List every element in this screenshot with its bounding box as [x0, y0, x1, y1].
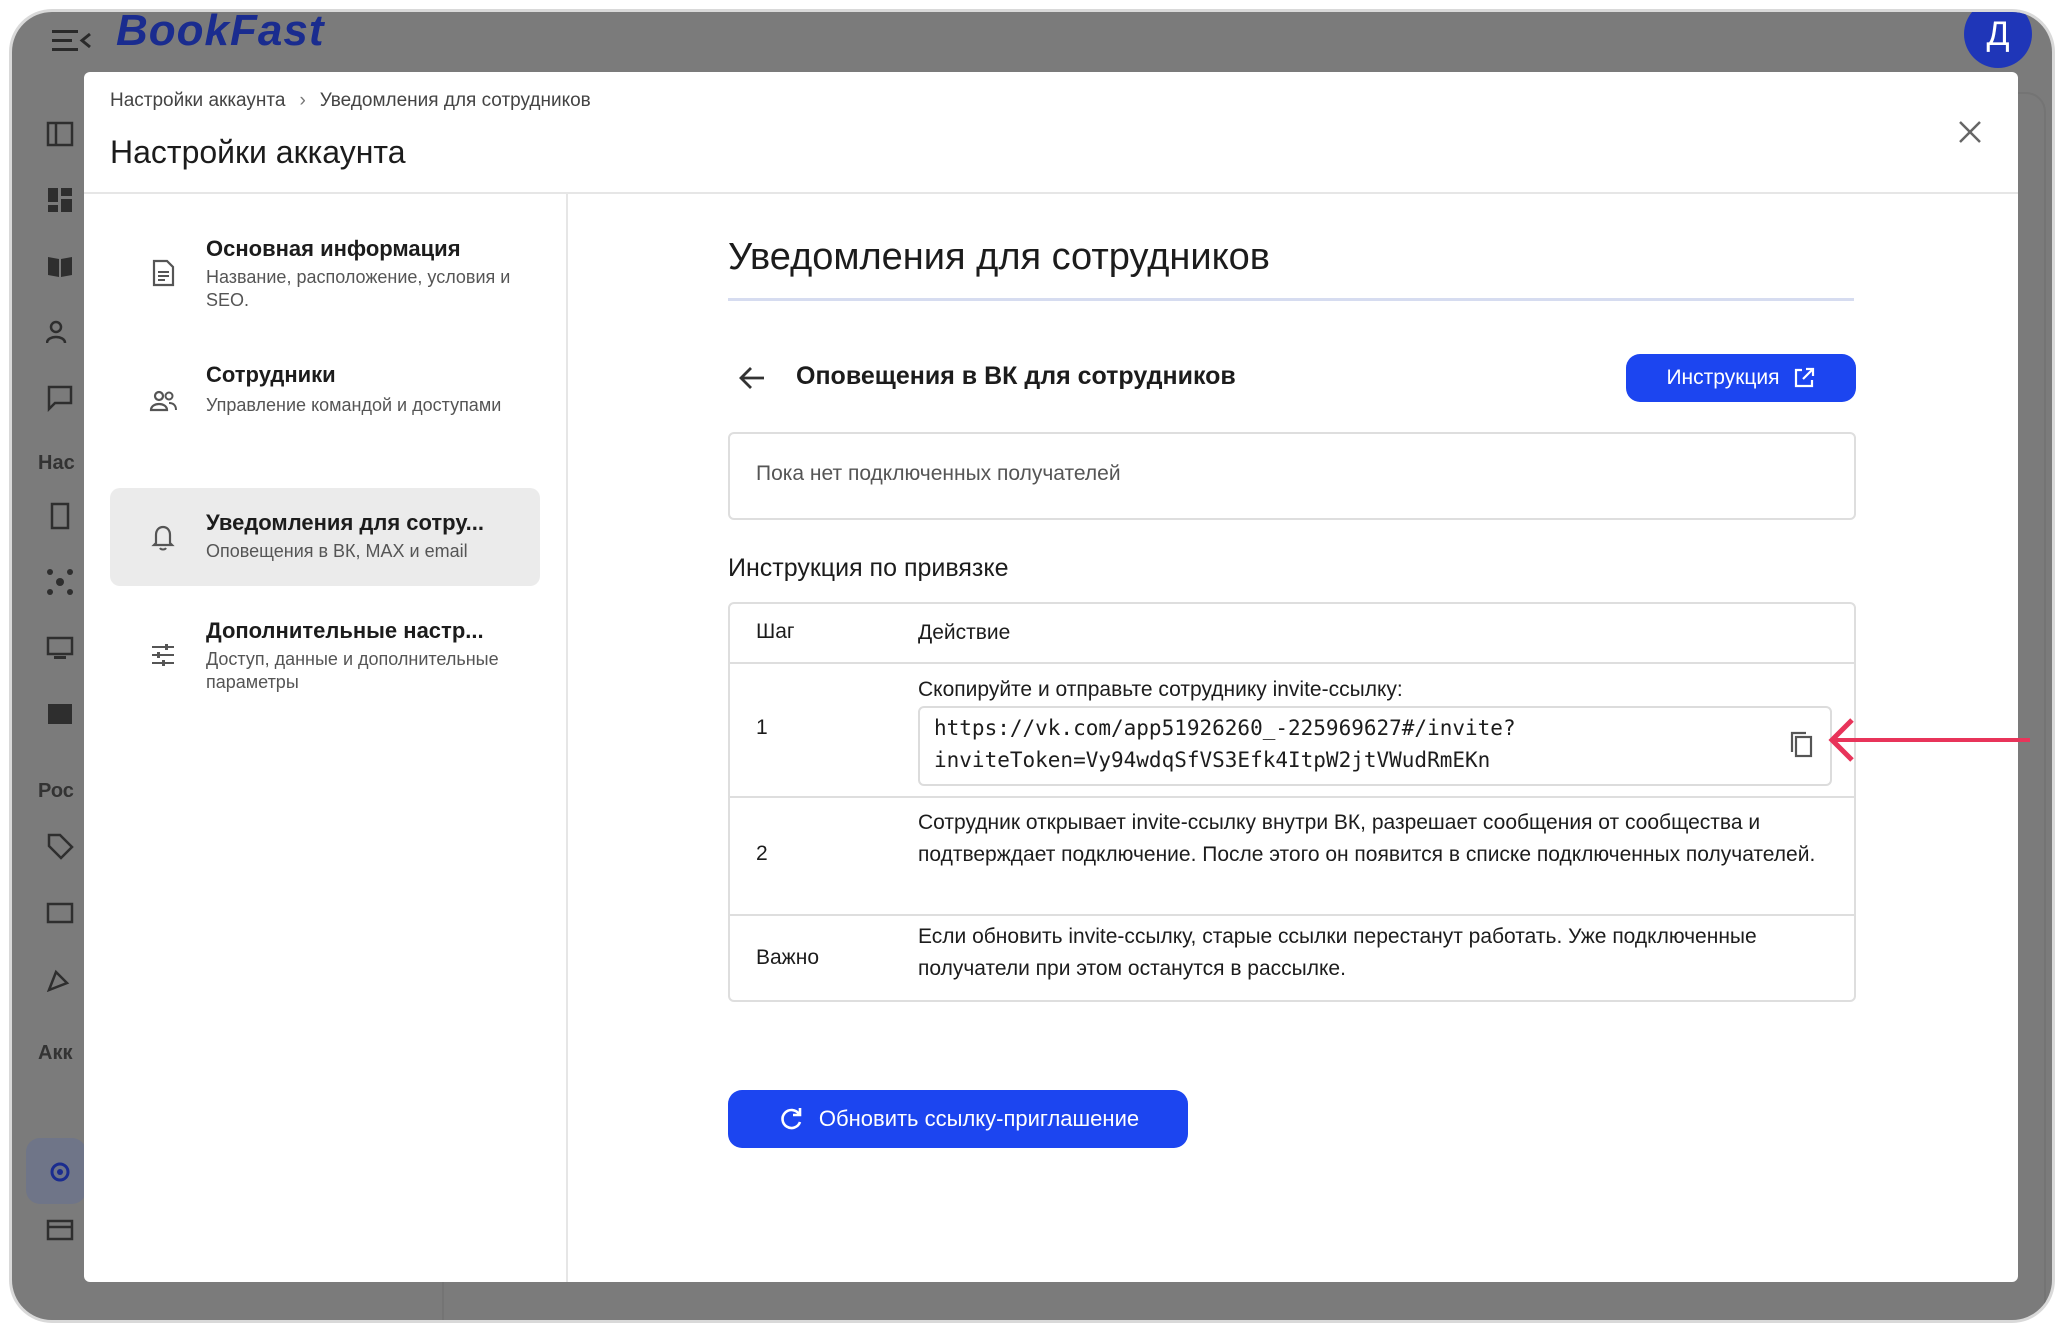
app-sidebar: Нас Рос Акк [12, 72, 86, 1320]
column-header-step: Шаг [756, 620, 795, 643]
nav-item-title: Сотрудники [206, 362, 336, 387]
title-divider [728, 298, 1854, 301]
refresh-button-label: Обновить ссылку-приглашение [818, 1106, 1140, 1131]
modal-header: Настройки аккаунта › Уведомления для сотру… [84, 72, 2018, 194]
sidebar-section-label: Нас [38, 452, 75, 474]
arrow-left-icon[interactable] [736, 362, 768, 394]
step-action: Скопируйте и отправьте сотруднику invite… [918, 678, 1403, 701]
external-link-icon [1794, 367, 1814, 388]
breadcrumb-item[interactable]: Настройки аккаунта [110, 90, 285, 111]
party-icon[interactable] [46, 964, 74, 992]
nav-item-main-info[interactable]: Основная информация Название, расположен… [110, 232, 540, 330]
breadcrumb-item: Уведомления для сотрудников [319, 90, 591, 111]
door-icon[interactable] [46, 502, 74, 530]
column-header-action: Действие [918, 621, 1011, 644]
people-icon [149, 390, 177, 412]
chat-icon[interactable] [46, 384, 74, 412]
nav-item-subtitle: Доступ, данные и дополнительные параметр… [206, 649, 499, 692]
modal-title: Настройки аккаунта [110, 134, 406, 170]
table-row: 2 Сотрудник открывает invite-ссылку внут… [730, 798, 1854, 916]
instruction-button[interactable]: Инструкция [1626, 354, 1856, 402]
document-icon [152, 259, 175, 287]
step-number: 2 [756, 842, 768, 865]
step-number: Важно [756, 946, 820, 969]
users-icon[interactable] [46, 318, 74, 346]
dashboard-icon[interactable] [46, 186, 74, 214]
empty-state-text: Пока нет подключенных получателей [756, 462, 1121, 485]
breadcrumb-separator: › [299, 90, 306, 111]
monitor-icon[interactable] [46, 634, 74, 662]
nav-item-additional[interactable]: Дополнительные настр... Доступ, данные и… [110, 614, 540, 712]
network-icon[interactable] [46, 568, 74, 596]
step-number: 1 [756, 716, 768, 739]
recipients-empty-state: Пока нет подключенных получателей [728, 432, 1856, 520]
nav-item-notifications[interactable]: Уведомления для сотру... Оповещения в ВК… [110, 488, 540, 586]
tag-icon[interactable] [46, 832, 74, 860]
sliders-icon [152, 644, 174, 666]
copy-icon[interactable] [1788, 730, 1816, 760]
nav-item-title: Основная информация [206, 236, 461, 261]
nav-item-subtitle: Название, расположение, условия и SEO. [206, 267, 511, 310]
binding-instructions-heading: Инструкция по привязке [728, 554, 1009, 582]
annotation-arrow-icon [1828, 718, 2030, 762]
app-logo[interactable]: BookFast [116, 12, 324, 56]
card-icon[interactable] [46, 1216, 74, 1244]
nav-item-employees[interactable]: Сотрудники Управление командой и доступа… [110, 360, 540, 458]
close-icon[interactable] [1952, 114, 1988, 150]
step-action: Сотрудник открывает invite-ссылку внутри… [918, 811, 1816, 866]
book-icon[interactable] [46, 252, 74, 280]
layout-icon[interactable] [46, 120, 74, 148]
table-icon[interactable] [46, 700, 74, 728]
bell-icon [151, 525, 175, 551]
breadcrumb: Настройки аккаунта › Уведомления для сотру… [110, 90, 591, 112]
app-frame: BookFast Д Нас Рос Акк Настройки аккаунт… [12, 12, 2052, 1320]
refresh-icon [781, 1108, 802, 1130]
settings-nav: Основная информация Название, расположен… [84, 194, 568, 1282]
step-action: Если обновить invite-ссылку, старые ссыл… [918, 925, 1757, 980]
app-topbar: BookFast Д [12, 12, 2052, 72]
instruction-button-label: Инструкция [1666, 366, 1780, 389]
nav-item-title: Дополнительные настр... [206, 618, 484, 643]
invite-link-field[interactable]: https://vk.com/app51926260_-225969627#/i… [918, 706, 1832, 786]
nav-item-subtitle: Оповещения в ВК, MAX и email [206, 541, 468, 561]
section-title: Уведомления для сотрудников [728, 236, 1270, 278]
subsection-title: Оповещения в ВК для сотрудников [796, 362, 1236, 390]
sidebar-section-label: Рос [38, 780, 74, 802]
invite-link-text[interactable]: https://vk.com/app51926260_-225969627#/i… [934, 712, 1516, 776]
table-row: Важно Если обновить invite-ссылку, стары… [730, 916, 1854, 1000]
table-row: 1 Скопируйте и отправьте сотруднику invi… [730, 664, 1854, 798]
refresh-invite-link-button[interactable]: Обновить ссылку-приглашение [728, 1090, 1188, 1148]
sidebar-section-label: Акк [38, 1042, 73, 1064]
instructions-table: Шаг Действие 1 Скопируйте и отправьте со… [728, 602, 1856, 1002]
menu-collapse-icon[interactable] [52, 26, 92, 56]
gear-icon[interactable] [46, 1158, 74, 1186]
table-header-row: Шаг Действие [730, 604, 1854, 664]
nav-item-subtitle: Управление командой и доступами [206, 395, 502, 415]
nav-item-title: Уведомления для сотру... [206, 510, 484, 535]
user-avatar[interactable]: Д [1964, 12, 2032, 68]
account-settings-modal: Настройки аккаунта › Уведомления для сотру… [84, 72, 2018, 1282]
store-icon[interactable] [46, 898, 74, 926]
